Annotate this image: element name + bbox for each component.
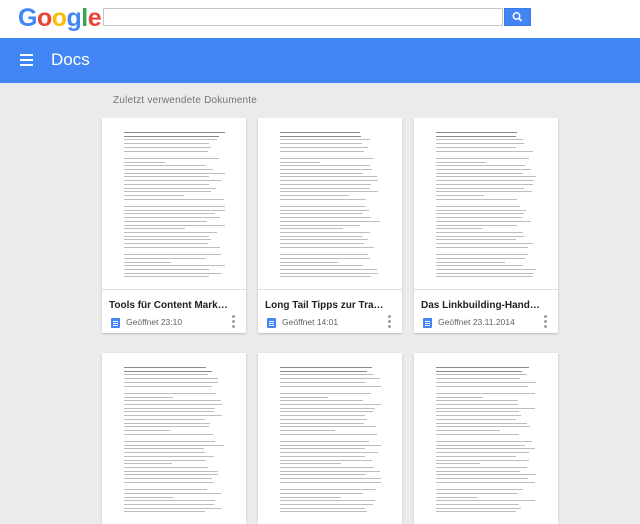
docs-file-icon: [423, 318, 432, 328]
document-card[interactable]: [258, 353, 402, 524]
google-logo[interactable]: Google: [18, 4, 102, 32]
document-preview: [414, 353, 558, 524]
document-preview: [414, 118, 558, 289]
logo-letter: G: [18, 4, 37, 32]
document-card-footer: Long Tail Tipps zur Traffic Geöffnet 14:0…: [258, 289, 402, 333]
document-title[interactable]: Long Tail Tipps zur Traffic: [265, 300, 385, 311]
document-preview: [258, 118, 402, 289]
logo-letter: g: [66, 4, 82, 32]
document-opened-time: Geöffnet 23:10: [126, 317, 183, 327]
logo-letter: e: [87, 4, 102, 32]
app-bar: Docs: [0, 38, 640, 83]
document-title[interactable]: Das Linkbuilding-Handbuch: [421, 300, 541, 311]
logo-letter: o: [36, 4, 52, 32]
search-button[interactable]: [504, 8, 531, 26]
menu-icon[interactable]: [20, 54, 33, 66]
document-card[interactable]: [414, 353, 558, 524]
document-card-footer: Das Linkbuilding-Handbuch Geöffnet 23.11.…: [414, 289, 558, 333]
section-title: Zuletzt verwendete Dokumente: [113, 95, 258, 106]
search-input[interactable]: [103, 8, 503, 26]
document-card[interactable]: Tools für Content Marketer Geöffnet 23:10: [102, 118, 246, 333]
search-icon: [512, 12, 523, 22]
more-options-icon[interactable]: [230, 315, 236, 329]
document-preview: [102, 118, 246, 289]
document-card[interactable]: Long Tail Tipps zur Traffic Geöffnet 14:0…: [258, 118, 402, 333]
document-card[interactable]: [102, 353, 246, 524]
document-card-footer: Tools für Content Marketer Geöffnet 23:10: [102, 289, 246, 333]
document-title[interactable]: Tools für Content Marketer: [109, 300, 229, 311]
document-card[interactable]: Das Linkbuilding-Handbuch Geöffnet 23.11.…: [414, 118, 558, 333]
top-bar: Google: [0, 0, 640, 39]
docs-file-icon: [267, 318, 276, 328]
document-preview: [258, 353, 402, 524]
document-opened-time: Geöffnet 23.11.2014: [438, 317, 515, 327]
more-options-icon[interactable]: [386, 315, 392, 329]
document-opened-time: Geöffnet 14:01: [282, 317, 339, 327]
document-preview: [102, 353, 246, 524]
app-title: Docs: [51, 50, 90, 69]
logo-letter: o: [51, 4, 67, 32]
more-options-icon[interactable]: [542, 315, 548, 329]
docs-file-icon: [111, 318, 120, 328]
